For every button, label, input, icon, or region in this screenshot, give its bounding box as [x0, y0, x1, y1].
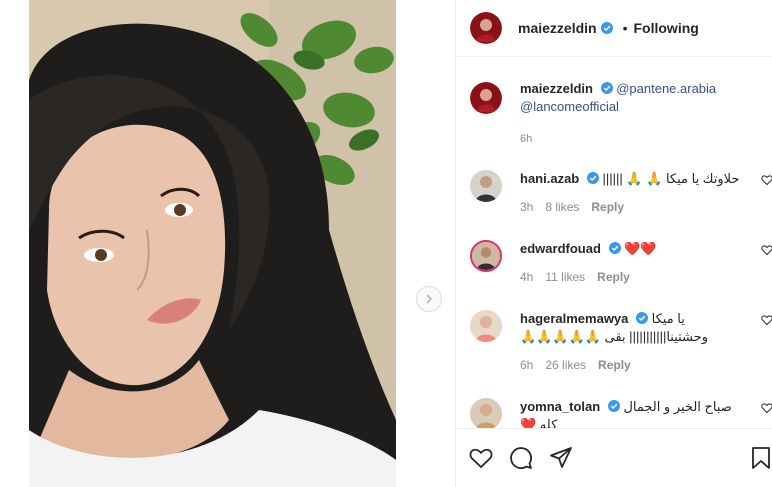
- post-actions-bar: [456, 428, 772, 487]
- comment-likes[interactable]: 11 likes: [545, 268, 585, 286]
- commenter-avatar[interactable]: [470, 240, 502, 272]
- verified-badge-icon: [600, 22, 613, 34]
- chevron-right-icon: [426, 294, 433, 304]
- post-side-panel: maiezzeldin • Following maiezzeldin @pan…: [455, 0, 772, 487]
- commenter-username[interactable]: yomna_tolan: [520, 399, 600, 414]
- comment-icon[interactable]: [508, 445, 534, 471]
- comments-list: maiezzeldin @pantene.arabia @lancomeoffi…: [456, 58, 772, 428]
- bookmark-icon[interactable]: [748, 445, 772, 471]
- comment-meta: 6h 26 likes Reply: [520, 356, 750, 374]
- commenter-username[interactable]: hani.azab: [520, 171, 579, 186]
- comment-text: حلاوتك يا ميكا 🙏 🙏 ||||||: [602, 171, 740, 186]
- commenter-username[interactable]: hageralmemawya: [520, 311, 628, 326]
- reply-button[interactable]: Reply: [597, 268, 630, 286]
- comment-item: hani.azab حلاوتك يا ميكا 🙏 🙏 |||||| 3h 8…: [470, 170, 772, 216]
- post-photo[interactable]: [29, 0, 396, 487]
- heart-icon[interactable]: [761, 314, 772, 326]
- heart-icon[interactable]: [761, 174, 772, 186]
- commenter-avatar[interactable]: [470, 398, 502, 428]
- verified-badge-icon: [600, 82, 613, 94]
- comment-likes[interactable]: 26 likes: [545, 356, 586, 374]
- verified-badge-icon: [608, 242, 621, 254]
- next-photo-button[interactable]: [416, 286, 442, 312]
- commenter-avatar[interactable]: [470, 310, 502, 342]
- comment-item: yomna_tolan صباح الخير و الجمال كله ❤️: [470, 398, 772, 428]
- commenter-username[interactable]: edwardfouad: [520, 241, 601, 256]
- heart-icon[interactable]: [761, 402, 772, 414]
- comment-meta: 4h 11 likes Reply: [520, 268, 750, 286]
- comment-likes[interactable]: 8 likes: [545, 198, 579, 216]
- reply-button[interactable]: Reply: [591, 198, 624, 216]
- post-caption: maiezzeldin @pantene.arabia @lancomeoffi…: [470, 80, 760, 148]
- comment-meta: 3h 8 likes Reply: [520, 198, 750, 216]
- comment-item: edwardfouad ❤️❤️ 4h 11 likes Reply: [470, 240, 772, 286]
- verified-badge-icon: [636, 312, 649, 324]
- header-separator: •: [622, 20, 628, 36]
- author-username[interactable]: maiezzeldin: [518, 20, 597, 36]
- caption-avatar[interactable]: [470, 82, 502, 114]
- heart-icon[interactable]: [468, 445, 494, 471]
- photo-pane: [0, 0, 455, 487]
- commenter-avatar[interactable]: [470, 170, 502, 202]
- comment-time: 3h: [520, 200, 534, 214]
- mention-link[interactable]: @lancomeofficial: [520, 99, 619, 114]
- comment-text: ❤️❤️: [624, 241, 657, 256]
- author-avatar[interactable]: [470, 12, 502, 44]
- verified-badge-icon: [607, 400, 620, 412]
- verified-badge-icon: [586, 172, 599, 184]
- following-button[interactable]: Following: [634, 20, 699, 36]
- comment-time: 6h: [520, 358, 534, 372]
- post-header: maiezzeldin • Following: [456, 0, 772, 57]
- caption-username[interactable]: maiezzeldin: [520, 81, 593, 96]
- heart-icon[interactable]: [761, 244, 772, 256]
- mention-link[interactable]: @pantene.arabia: [616, 81, 716, 96]
- comment-item: hageralmemawya يا ميكا وحشتينا||||||||||…: [470, 310, 772, 374]
- comment-time: 4h: [520, 270, 534, 284]
- paper-plane-icon[interactable]: [548, 445, 574, 471]
- caption-time: 6h: [520, 133, 533, 145]
- reply-button[interactable]: Reply: [598, 356, 631, 374]
